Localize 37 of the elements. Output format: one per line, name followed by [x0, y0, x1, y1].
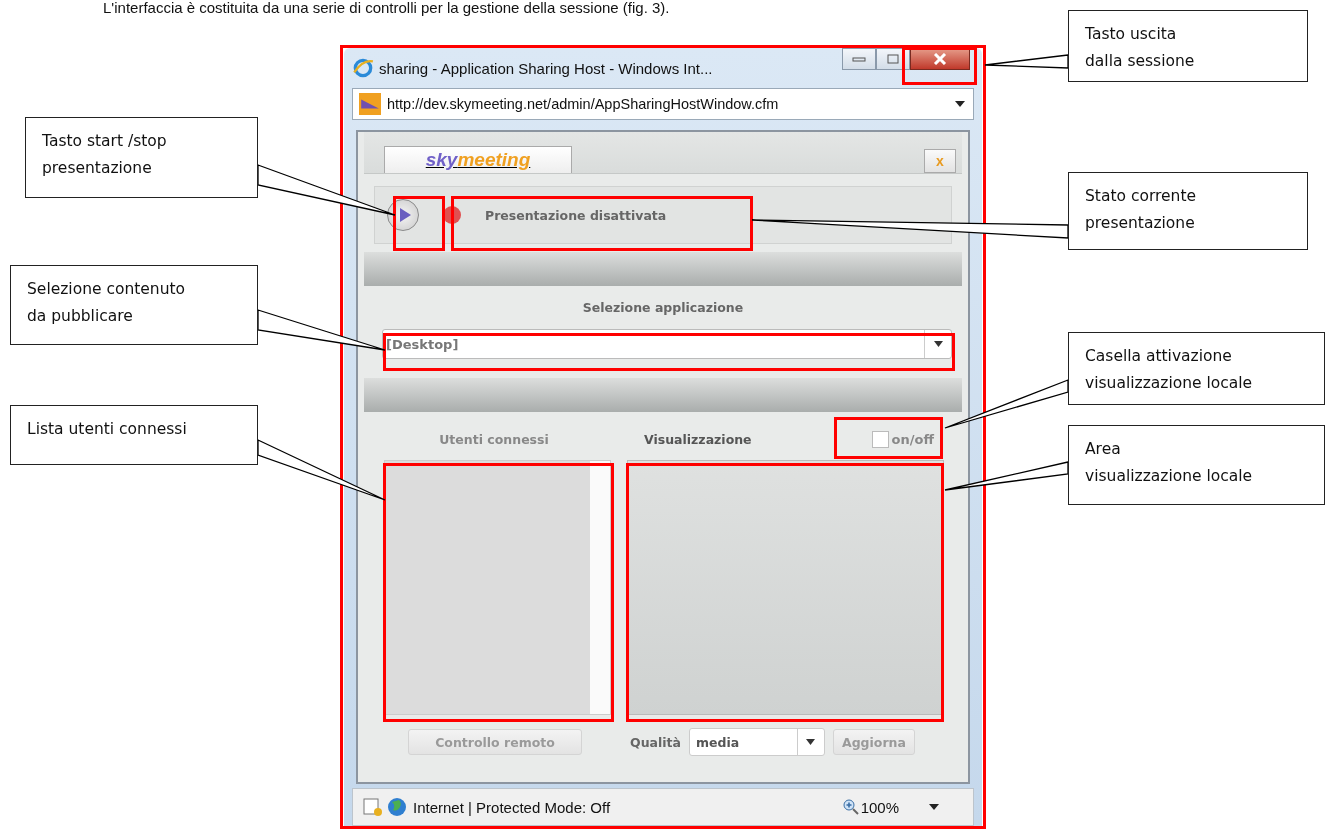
intro-paragraph: L'interfaccia è costituita da una serie di controlli per la gestione della sessione (fig. 3). [103, 0, 670, 16]
page-warning-icon [363, 797, 383, 817]
logo-tab[interactable]: skymeeting [384, 146, 572, 173]
url-text: http://dev.skymeeting.net/admin/AppSharingHostWindow.cfm [387, 96, 779, 112]
caret-icon[interactable] [929, 804, 939, 810]
callout-text: Tasto uscita dalla sessione [1085, 24, 1195, 72]
caret-icon[interactable] [955, 101, 965, 107]
play-icon [397, 207, 412, 223]
minimize-button[interactable] [842, 48, 876, 70]
caret-icon [806, 739, 816, 745]
logo-text: skymeeting [425, 149, 531, 171]
callout-text: Area visualizzazione locale [1085, 439, 1253, 487]
close-button[interactable] [910, 48, 970, 70]
address-bar[interactable]: http://dev.skymeeting.net/admin/AppSharingHostWindow.cfm [352, 88, 974, 120]
security-zone-text: Internet | Protected Mode: Off [413, 798, 611, 816]
quality-label: Qualità [630, 734, 681, 750]
maximize-icon [887, 54, 899, 64]
callout-text: Tasto start /stop presentazione [42, 131, 167, 179]
column-label: Visualizzazione [644, 431, 752, 447]
zoom-in-icon [842, 799, 859, 815]
browser-logo-icon [352, 57, 374, 79]
window-title: sharing - Application Sharing Host - Windows Int... [379, 59, 713, 77]
caret-icon [933, 341, 943, 347]
status-text: Presentazione disattivata [485, 207, 667, 223]
zoom-control[interactable]: 100% [842, 798, 899, 816]
callout-text: Selezione contenuto da pubblicare [27, 279, 186, 327]
site-icon [359, 93, 381, 115]
callout-text: Stato corrente presentazione [1085, 186, 1196, 234]
callout-text: Lista utenti connessi [27, 419, 187, 440]
callout-text: Casella attivazione visualizzazione locale [1085, 346, 1253, 394]
quality-dropdown[interactable]: media [688, 728, 825, 756]
globe-icon [387, 797, 407, 817]
column-label: Utenti connessi [438, 431, 550, 447]
local-view-checkbox[interactable]: on/off [871, 430, 934, 448]
section-label: Selezione applicazione [582, 300, 744, 315]
close-icon [933, 53, 947, 65]
minimize-icon [852, 55, 866, 63]
